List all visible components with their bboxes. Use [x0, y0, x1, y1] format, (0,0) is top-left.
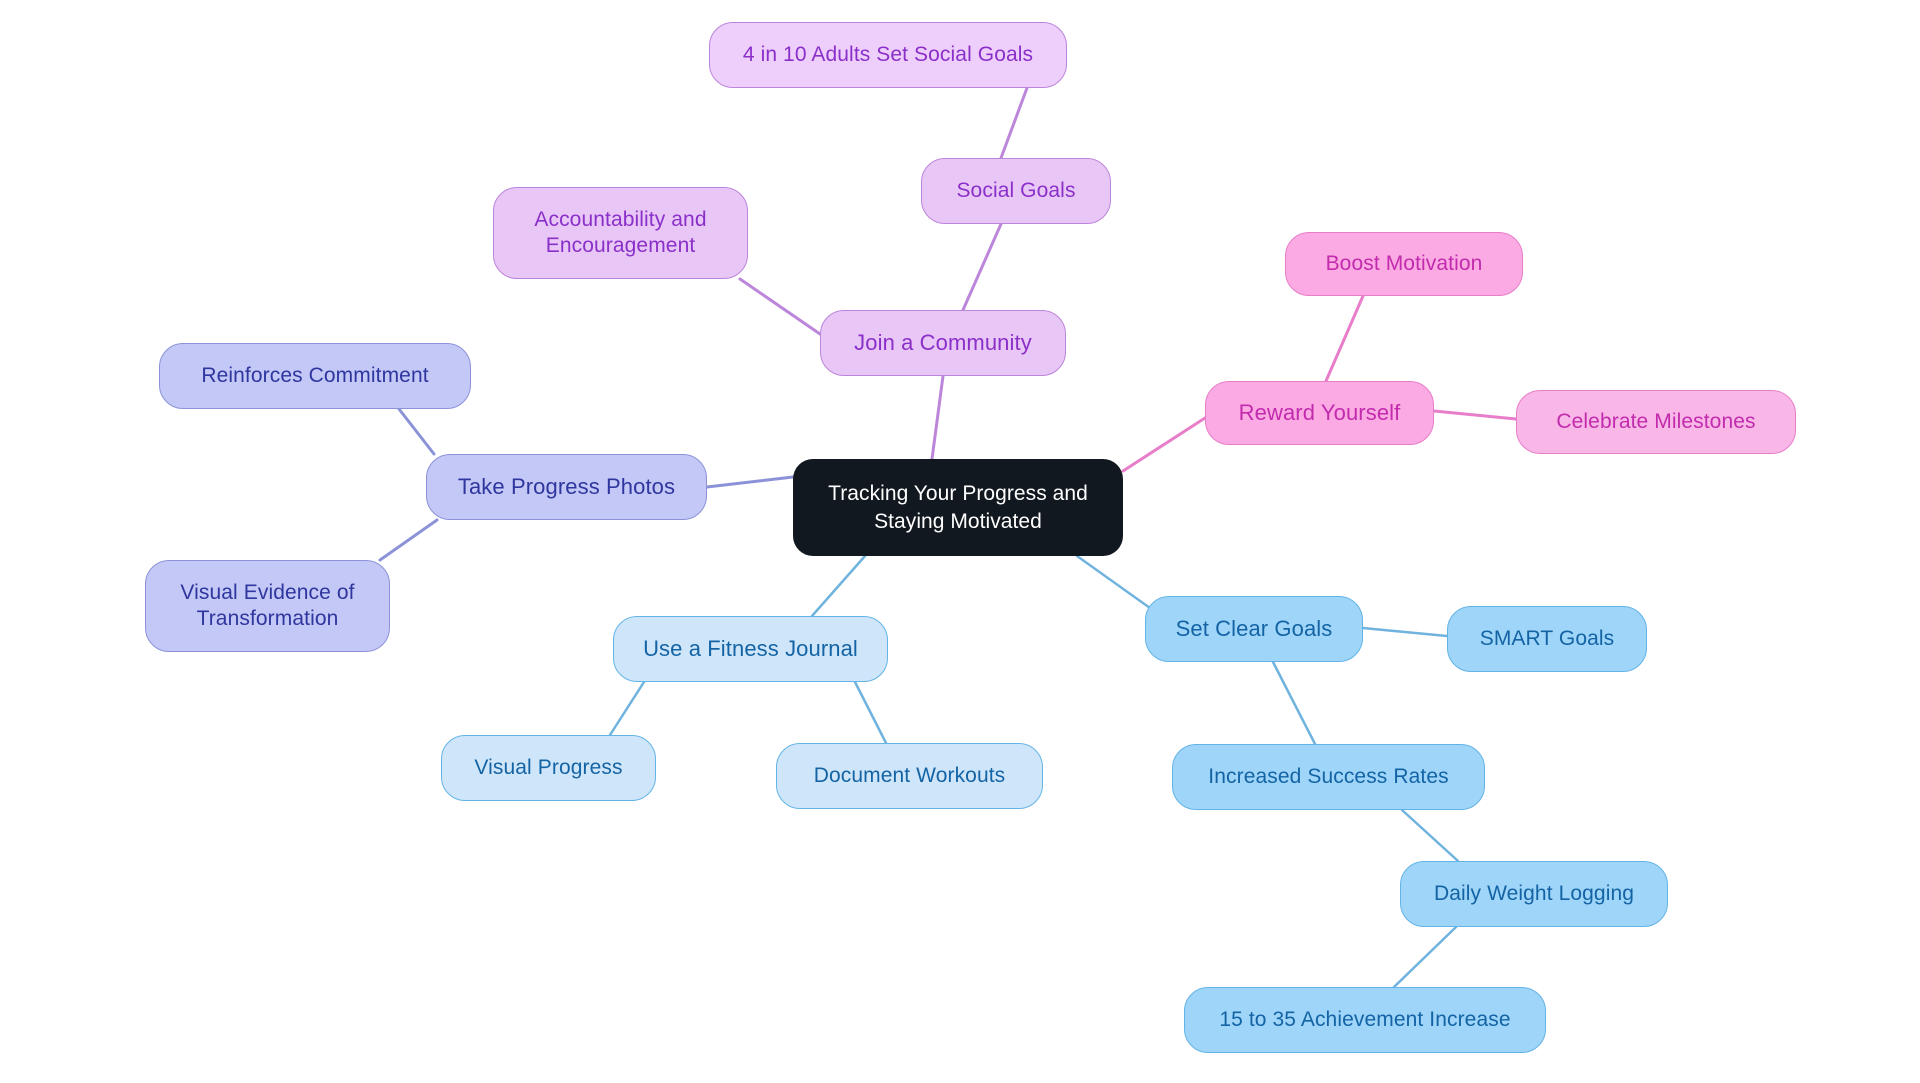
mindmap-node-take-progress-photos[interactable]: Take Progress Photos [426, 454, 707, 520]
mindmap-node-accountability-encouragement[interactable]: Accountability and Encouragement [493, 187, 748, 279]
mindmap-node-use-a-fitness-journal[interactable]: Use a Fitness Journal [613, 616, 888, 682]
mindmap-edge [999, 86, 1029, 160]
mindmap-edge [738, 277, 822, 336]
mindmap-node-smart-goals[interactable]: SMART Goals [1447, 606, 1647, 672]
mindmap-edge [853, 680, 888, 745]
mindmap-edge [608, 680, 646, 737]
mindmap-edge [1075, 554, 1152, 610]
mindmap-edge [705, 475, 795, 489]
mindmap-node-boost-motivation[interactable]: Boost Motivation [1285, 232, 1523, 296]
mindmap-node-daily-weight-logging[interactable]: Daily Weight Logging [1400, 861, 1668, 927]
mindmap-edge [1432, 409, 1518, 421]
mindmap-node-celebrate-milestones[interactable]: Celebrate Milestones [1516, 390, 1796, 454]
mindmap-canvas: Tracking Your Progress and Staying Motiv… [0, 0, 1920, 1083]
mindmap-node-reward-yourself[interactable]: Reward Yourself [1205, 381, 1434, 445]
mindmap-node-reinforces-commitment[interactable]: Reinforces Commitment [159, 343, 471, 409]
mindmap-edge [397, 407, 436, 456]
mindmap-node-document-workouts[interactable]: Document Workouts [776, 743, 1043, 809]
mindmap-node-fifteen-to-thirtyfive-increase[interactable]: 15 to 35 Achievement Increase [1184, 987, 1546, 1053]
mindmap-root-node[interactable]: Tracking Your Progress and Staying Motiv… [793, 459, 1123, 556]
mindmap-node-visual-progress[interactable]: Visual Progress [441, 735, 656, 801]
mindmap-edge [930, 374, 945, 461]
mindmap-node-join-a-community[interactable]: Join a Community [820, 310, 1066, 376]
mindmap-node-set-clear-goals[interactable]: Set Clear Goals [1145, 596, 1363, 662]
mindmap-edge [1121, 416, 1207, 473]
mindmap-edge [378, 518, 439, 562]
mindmap-node-four-in-ten-adults[interactable]: 4 in 10 Adults Set Social Goals [709, 22, 1067, 88]
mindmap-edge [1400, 808, 1460, 863]
mindmap-edge [1271, 660, 1317, 746]
mindmap-node-social-goals[interactable]: Social Goals [921, 158, 1111, 224]
mindmap-edge [961, 222, 1003, 312]
mindmap-edge [1361, 626, 1449, 638]
mindmap-edge [810, 554, 867, 618]
mindmap-edge [1324, 294, 1365, 383]
mindmap-node-visual-evidence-transformation[interactable]: Visual Evidence of Transformation [145, 560, 390, 652]
mindmap-edge [1392, 925, 1458, 989]
mindmap-node-increased-success-rates[interactable]: Increased Success Rates [1172, 744, 1485, 810]
